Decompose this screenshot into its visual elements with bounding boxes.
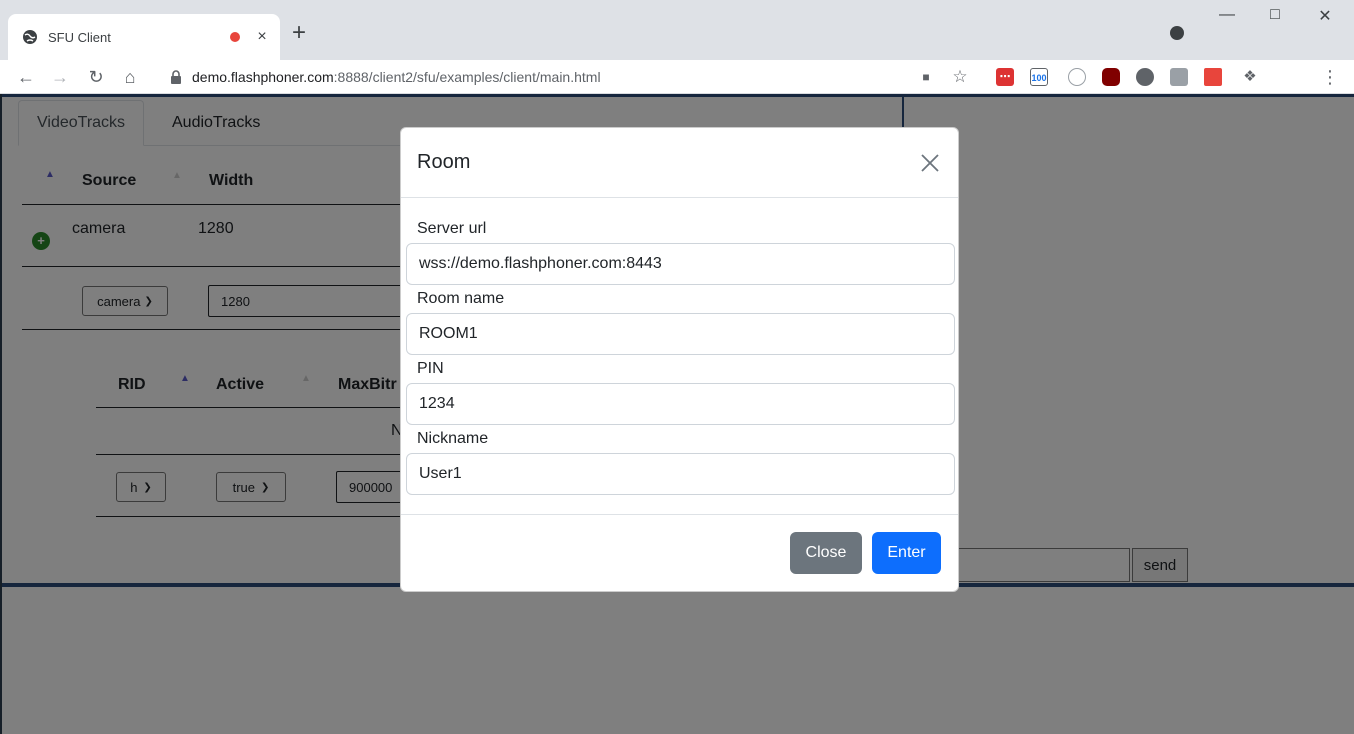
lock-icon — [171, 70, 181, 84]
room-modal: Room Server url wss://demo.flashphoner.c… — [400, 127, 959, 592]
recording-indicator-icon — [230, 32, 240, 42]
modal-title: Room — [417, 151, 471, 173]
server-url-label: Server url — [417, 220, 487, 237]
camera-icon[interactable]: ■ — [914, 65, 938, 89]
extension-circle-icon[interactable] — [1136, 68, 1154, 86]
extension-square-icon[interactable] — [1170, 68, 1188, 86]
pin-input[interactable]: 1234 — [406, 383, 955, 425]
extensions-puzzle-icon[interactable]: ❖ — [1238, 65, 1262, 89]
kebab-menu-icon[interactable]: ⋮ — [1318, 65, 1342, 89]
extension-counter-icon[interactable]: 100 — [1030, 68, 1048, 86]
close-button[interactable]: Close — [790, 532, 862, 574]
url-input[interactable]: demo.flashphoner.com:8888/client2/sfu/ex… — [170, 64, 900, 90]
url-path: :8888/client2/sfu/examples/client/main.h… — [333, 69, 601, 85]
server-url-input[interactable]: wss://demo.flashphoner.com:8443 — [406, 243, 955, 285]
close-icon[interactable] — [918, 151, 942, 175]
room-name-input[interactable]: ROOM1 — [406, 313, 955, 355]
browser-tab-title: SFU Client — [48, 29, 111, 45]
nickname-label: Nickname — [417, 430, 489, 447]
browser-tab[interactable]: SFU Client × — [8, 14, 280, 60]
minimize-icon[interactable]: — — [1212, 6, 1242, 24]
modal-header: Room — [401, 128, 958, 198]
account-icon[interactable] — [1170, 26, 1184, 40]
new-tab-button[interactable]: + — [292, 20, 306, 46]
address-bar: ← → ↻ ⌂ demo.flashphoner.com:8888/client… — [0, 60, 1354, 94]
reload-icon[interactable]: ↻ — [84, 65, 108, 89]
extension-lastpass-icon[interactable]: ⋯ — [996, 68, 1014, 86]
room-name-label: Room name — [417, 290, 505, 307]
back-arrow-icon[interactable]: ← — [14, 65, 38, 89]
ublock-icon[interactable] — [1102, 68, 1120, 86]
url-host: demo.flashphoner.com — [192, 69, 334, 85]
forward-arrow-icon[interactable]: → — [48, 65, 72, 89]
home-icon[interactable]: ⌂ — [118, 65, 142, 89]
nickname-input[interactable]: User1 — [406, 453, 955, 495]
extension-c-icon[interactable] — [1204, 68, 1222, 86]
pocket-icon[interactable] — [1068, 68, 1086, 86]
pin-label: PIN — [417, 360, 444, 377]
maximize-icon[interactable]: □ — [1260, 6, 1290, 24]
window-close-icon[interactable]: ✕ — [1310, 6, 1340, 26]
browser-tab-strip: SFU Client × + — □ ✕ — [0, 0, 1354, 60]
enter-button[interactable]: Enter — [872, 532, 941, 574]
modal-footer-divider — [401, 514, 958, 515]
globe-icon — [23, 30, 37, 44]
bookmark-star-icon[interactable]: ☆ — [948, 65, 972, 89]
tab-close-icon[interactable]: × — [254, 28, 270, 46]
